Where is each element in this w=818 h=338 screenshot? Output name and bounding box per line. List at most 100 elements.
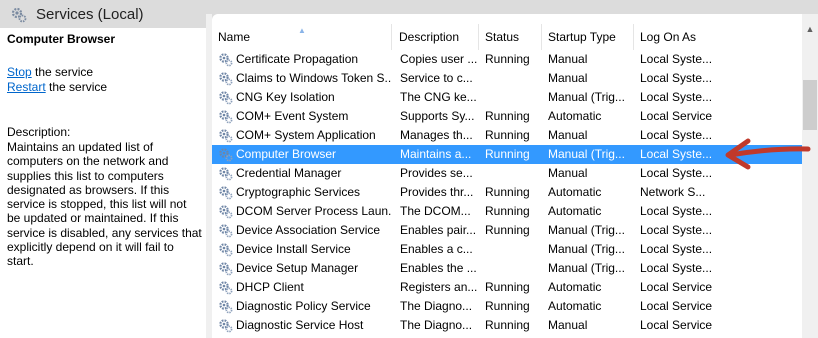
gear-icon xyxy=(218,90,233,105)
gear-icon xyxy=(218,261,233,276)
service-startup-cell: Manual (Trig... xyxy=(548,147,625,161)
service-logon-cell: Local Syste... xyxy=(640,204,713,218)
column-header-startup-type[interactable]: Startup Type xyxy=(542,24,634,50)
service-status-cell: Running xyxy=(485,280,530,294)
gear-icon xyxy=(218,318,233,333)
service-logon-cell: Network S... xyxy=(640,185,706,199)
service-name-cell: CNG Key Isolation xyxy=(236,90,335,104)
column-header-row: ▲ Name Description Status Startup Type L… xyxy=(212,24,802,50)
service-startup-cell: Manual xyxy=(548,128,588,142)
table-row[interactable]: Device Install Service Enables a c... Manu… xyxy=(212,240,802,259)
service-name-cell: Credential Manager xyxy=(236,166,342,180)
detail-pane: Computer Browser Stop the service Restar… xyxy=(0,28,206,338)
service-description-cell: Supports Sy... xyxy=(400,109,475,123)
service-description-cell: Enables pair... xyxy=(400,223,477,237)
service-logon-cell: Local Syste... xyxy=(640,90,713,104)
column-header-status[interactable]: Status xyxy=(479,24,542,50)
service-status-cell: Running xyxy=(485,52,530,66)
service-name-cell: Diagnostic Service Host xyxy=(236,318,364,332)
table-row[interactable]: Computer Browser Maintains a... Running Man… xyxy=(212,145,802,164)
service-description-cell: Provides thr... xyxy=(400,185,474,199)
gear-icon xyxy=(218,299,233,314)
gear-icon xyxy=(218,128,233,143)
service-status-cell: Running xyxy=(485,318,530,332)
column-header-status-label: Status xyxy=(485,30,520,44)
service-status-cell: Running xyxy=(485,204,530,218)
gear-icon xyxy=(218,52,233,67)
service-description-cell: The Diagno... xyxy=(400,299,473,313)
table-row[interactable]: Cryptographic Services Provides thr... Run… xyxy=(212,183,802,202)
table-row[interactable]: Diagnostic Policy Service The Diagno... Ru… xyxy=(212,297,802,316)
service-logon-cell: Local Syste... xyxy=(640,128,713,142)
gear-icon xyxy=(218,204,233,219)
column-header-log-on-as[interactable]: Log On As xyxy=(634,24,802,50)
service-status-cell xyxy=(485,240,541,259)
scroll-up-icon[interactable]: ▲ xyxy=(805,24,815,34)
table-row[interactable]: Claims to Windows Token S... Service to c… xyxy=(212,69,802,88)
service-startup-cell: Automatic xyxy=(548,185,602,199)
table-row[interactable]: DHCP Client Registers an... Running Automat… xyxy=(212,278,802,297)
column-header-log-on-as-label: Log On As xyxy=(640,30,697,44)
service-status-cell: Running xyxy=(485,109,530,123)
service-description-cell: Provides se... xyxy=(400,166,473,180)
service-description: Maintains an updated list of computers o… xyxy=(7,140,202,269)
service-name-cell: DHCP Client xyxy=(236,280,304,294)
column-header-name[interactable]: ▲ Name xyxy=(212,24,392,50)
service-description-cell: Copies user ... xyxy=(400,52,478,66)
table-row[interactable]: Diagnostic Service Host The Diagno... Runn… xyxy=(212,316,802,335)
service-name-cell: COM+ Event System xyxy=(236,109,349,123)
service-description-cell: Registers an... xyxy=(400,280,478,294)
table-row[interactable]: Credential Manager Provides se... Manual Lo… xyxy=(212,164,802,183)
table-row[interactable]: Certificate Propagation Copies user ... Ru… xyxy=(212,50,802,69)
service-name-cell: Device Setup Manager xyxy=(236,261,359,275)
scrollbar-thumb[interactable] xyxy=(803,80,817,130)
service-startup-cell: Manual xyxy=(548,71,588,85)
gear-icon xyxy=(218,147,233,162)
gear-icon xyxy=(11,7,27,23)
service-description-cell: Service to c... xyxy=(400,71,473,85)
service-startup-cell: Automatic xyxy=(548,299,602,313)
stop-suffix: the service xyxy=(31,65,94,79)
service-status-cell xyxy=(485,88,541,107)
gear-icon xyxy=(218,166,233,181)
table-row[interactable]: Device Association Service Enables pair..… xyxy=(212,221,802,240)
service-name-cell: Certificate Propagation xyxy=(236,52,359,66)
service-name-cell: Device Install Service xyxy=(236,242,351,256)
table-row[interactable]: DCOM Server Process Laun... The DCOM... Ru… xyxy=(212,202,802,221)
service-description-cell: Enables the ... xyxy=(400,261,477,275)
service-status-cell: Running xyxy=(485,147,530,161)
service-logon-cell: Local Syste... xyxy=(640,223,713,237)
table-row[interactable]: COM+ System Application Manages th... Runn… xyxy=(212,126,802,145)
service-logon-cell: Local Syste... xyxy=(640,166,713,180)
service-status-cell xyxy=(485,164,541,183)
service-logon-cell: Local Syste... xyxy=(640,147,713,161)
restart-action: Restart the service xyxy=(7,80,107,94)
service-startup-cell: Automatic xyxy=(548,109,602,123)
service-status-cell xyxy=(485,69,541,88)
service-description-cell: The DCOM... xyxy=(400,204,471,218)
service-startup-cell: Automatic xyxy=(548,280,602,294)
stop-link[interactable]: Stop xyxy=(7,65,32,79)
selected-service-name: Computer Browser xyxy=(7,32,116,46)
gear-icon xyxy=(218,185,233,200)
service-status-cell: Running xyxy=(485,185,530,199)
stop-action: Stop the service xyxy=(7,65,93,79)
service-logon-cell: Local Service xyxy=(640,299,713,313)
service-logon-cell: Local Syste... xyxy=(640,52,713,66)
service-description-cell: The Diagno... xyxy=(400,318,473,332)
service-startup-cell: Manual (Trig... xyxy=(548,223,625,237)
service-description-cell: Maintains a... xyxy=(400,147,472,161)
vertical-scrollbar[interactable]: ▲ xyxy=(802,14,818,338)
service-name-cell: Device Association Service xyxy=(236,223,381,237)
table-row[interactable]: Device Setup Manager Enables the ... Manua… xyxy=(212,259,802,278)
service-startup-cell: Manual xyxy=(548,166,588,180)
service-description-cell: The CNG ke... xyxy=(400,90,477,104)
table-row[interactable]: CNG Key Isolation The CNG ke... Manual (Tr… xyxy=(212,88,802,107)
service-startup-cell: Manual (Trig... xyxy=(548,242,625,256)
service-name-cell: DCOM Server Process Laun... xyxy=(236,204,392,218)
service-name-cell: Computer Browser xyxy=(236,147,337,161)
restart-link[interactable]: Restart xyxy=(7,80,46,94)
column-header-description[interactable]: Description xyxy=(393,24,479,50)
service-status-cell: Running xyxy=(485,299,530,313)
table-row[interactable]: COM+ Event System Supports Sy... Running Au… xyxy=(212,107,802,126)
